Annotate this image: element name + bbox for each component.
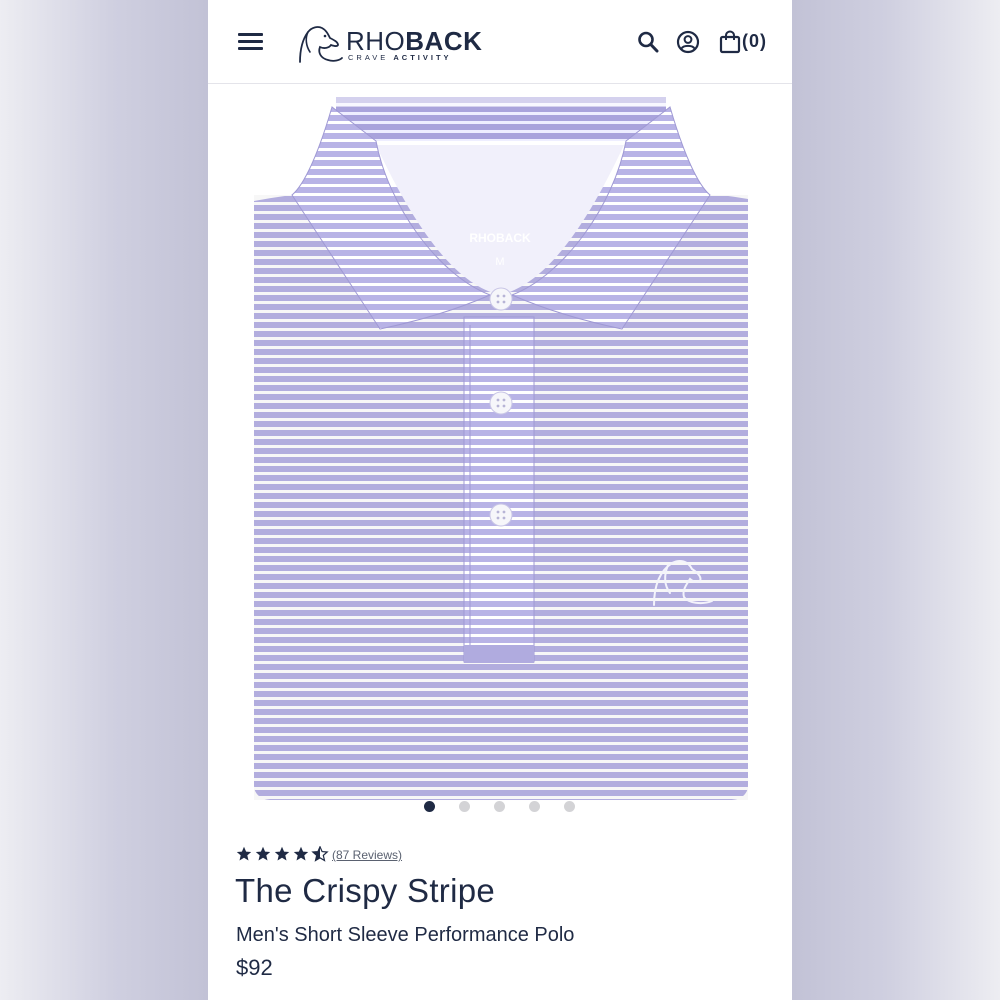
product-subtitle: Men's Short Sleeve Performance Polo [236, 924, 575, 946]
site-header: RHOBACK CRAVE ACTIVITY (0) [208, 0, 792, 84]
product-price: $92 [236, 955, 273, 980]
gallery-dot[interactable] [459, 801, 470, 812]
gallery-dot[interactable] [494, 801, 505, 812]
rhoback-logo[interactable]: RHOBACK CRAVE ACTIVITY [294, 20, 482, 66]
collar-size-label: M [495, 256, 504, 268]
cart-count[interactable]: (0) [742, 31, 767, 52]
gallery-pagination [208, 801, 792, 813]
search-icon[interactable] [637, 30, 659, 54]
right-backdrop [792, 0, 1000, 1000]
gallery-dot[interactable] [564, 801, 575, 812]
dog-logo-icon [299, 26, 343, 63]
star-rating-icon [236, 846, 328, 862]
hamburger-menu-icon[interactable] [238, 30, 264, 52]
collar-brand-label: RHOBACK [469, 231, 531, 245]
gallery-dot[interactable] [529, 801, 540, 812]
shopping-bag-icon[interactable] [719, 30, 741, 54]
gallery-dot[interactable] [424, 801, 435, 812]
polo-shirt-image: RHOBACK M [254, 97, 748, 800]
left-backdrop [0, 0, 208, 1000]
product-rating[interactable]: (87 Reviews) [236, 845, 436, 865]
product-image-gallery[interactable]: RHOBACK M [208, 85, 792, 820]
mobile-page: RHOBACK CRAVE ACTIVITY (0) RHOBACK M (87… [208, 0, 792, 1000]
logo-tagline: CRAVE ACTIVITY [348, 53, 452, 62]
account-icon[interactable] [676, 30, 700, 54]
product-title: The Crispy Stripe [235, 872, 496, 909]
reviews-link[interactable]: (87 Reviews) [332, 848, 402, 862]
